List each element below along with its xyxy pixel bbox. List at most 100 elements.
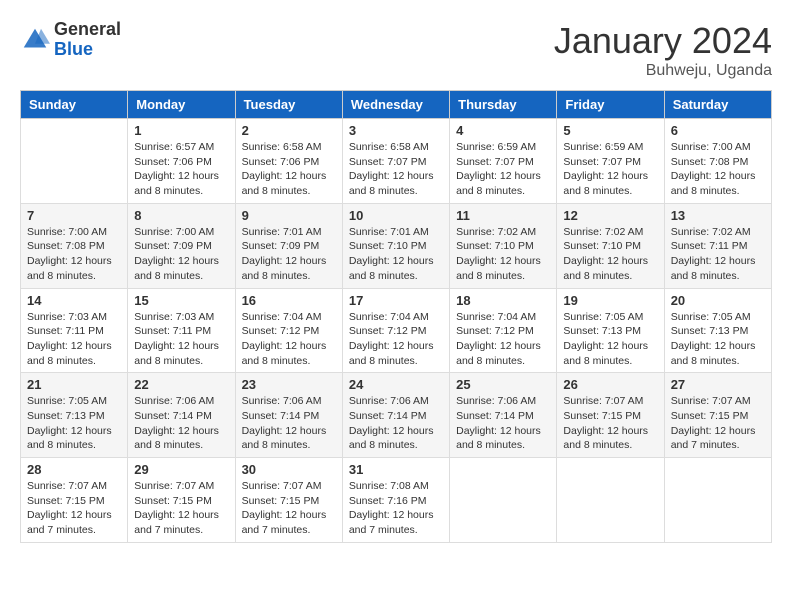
- sunrise: Sunrise: 7:04 AM: [242, 310, 336, 325]
- calendar-week-5: 28Sunrise: 7:07 AMSunset: 7:15 PMDayligh…: [21, 458, 772, 543]
- day-number: 24: [349, 377, 443, 392]
- sunrise: Sunrise: 7:05 AM: [27, 394, 121, 409]
- day-number: 31: [349, 462, 443, 477]
- sunrise: Sunrise: 7:07 AM: [134, 479, 228, 494]
- sunset: Sunset: 7:15 PM: [671, 409, 765, 424]
- daylight-minutes: and 7 minutes.: [27, 523, 121, 538]
- sunrise: Sunrise: 7:06 AM: [242, 394, 336, 409]
- calendar-cell: 8 Sunrise: 7:00 AMSunset: 7:09 PMDaylight…: [128, 203, 235, 288]
- calendar-cell: 31Sunrise: 7:08 AMSunset: 7:16 PMDayligh…: [342, 458, 449, 543]
- sunset: Sunset: 7:10 PM: [456, 239, 550, 254]
- sunset: Sunset: 7:07 PM: [563, 155, 657, 170]
- header: General Blue January 2024 Buhweju, Ugand…: [20, 20, 772, 80]
- daylight-hours: Daylight: 12 hours: [134, 169, 228, 184]
- daylight-minutes: and 8 minutes.: [563, 269, 657, 284]
- daylight-minutes: and 8 minutes.: [671, 354, 765, 369]
- daylight-hours: Daylight: 12 hours: [456, 424, 550, 439]
- sunset: Sunset: 7:14 PM: [242, 409, 336, 424]
- day-number: 23: [242, 377, 336, 392]
- cell-info: Sunrise: 7:07 AMSunset: 7:15 PMDaylight:…: [134, 479, 228, 538]
- calendar-cell: 26Sunrise: 7:07 AMSunset: 7:15 PMDayligh…: [557, 373, 664, 458]
- sunset: Sunset: 7:14 PM: [134, 409, 228, 424]
- sunset: Sunset: 7:15 PM: [27, 494, 121, 509]
- sunset: Sunset: 7:13 PM: [671, 324, 765, 339]
- sunset: Sunset: 7:06 PM: [134, 155, 228, 170]
- day-number: 28: [27, 462, 121, 477]
- calendar-cell: [21, 119, 128, 204]
- day-number: 8: [134, 208, 228, 223]
- day-number: 29: [134, 462, 228, 477]
- day-number: 9: [242, 208, 336, 223]
- page-container: General Blue January 2024 Buhweju, Ugand…: [20, 20, 772, 543]
- daylight-hours: Daylight: 12 hours: [242, 339, 336, 354]
- daylight-minutes: and 8 minutes.: [27, 269, 121, 284]
- calendar-cell: 20 Sunrise: 7:05 AMSunset: 7:13 PMDayligh…: [664, 288, 771, 373]
- cell-info: Sunrise: 7:07 AMSunset: 7:15 PMDaylight:…: [242, 479, 336, 538]
- sunset: Sunset: 7:07 PM: [349, 155, 443, 170]
- cell-info: Sunrise: 7:04 AMSunset: 7:12 PMDaylight:…: [349, 310, 443, 369]
- cell-info: Sunrise: 7:05 AMSunset: 7:13 PMDaylight:…: [671, 310, 765, 369]
- cell-info: Sunrise: 7:06 AMSunset: 7:14 PMDaylight:…: [349, 394, 443, 453]
- daylight-hours: Daylight: 12 hours: [134, 424, 228, 439]
- sunset: Sunset: 7:07 PM: [456, 155, 550, 170]
- daylight-minutes: and 8 minutes.: [349, 354, 443, 369]
- daylight-hours: Daylight: 12 hours: [134, 254, 228, 269]
- calendar-cell: 13Sunrise: 7:02 AMSunset: 7:11 PMDayligh…: [664, 203, 771, 288]
- main-title: January 2024: [554, 20, 772, 62]
- daylight-minutes: and 7 minutes.: [134, 523, 228, 538]
- day-number: 12: [563, 208, 657, 223]
- sunrise: Sunrise: 7:07 AM: [242, 479, 336, 494]
- sunrise: Sunrise: 7:07 AM: [27, 479, 121, 494]
- sunrise: Sunrise: 7:03 AM: [134, 310, 228, 325]
- daylight-hours: Daylight: 12 hours: [134, 508, 228, 523]
- calendar-cell: 30Sunrise: 7:07 AMSunset: 7:15 PMDayligh…: [235, 458, 342, 543]
- sunrise: Sunrise: 6:59 AM: [563, 140, 657, 155]
- day-number: 22: [134, 377, 228, 392]
- sunrise: Sunrise: 7:02 AM: [563, 225, 657, 240]
- daylight-hours: Daylight: 12 hours: [456, 169, 550, 184]
- cell-info: Sunrise: 7:00 AMSunset: 7:08 PMDaylight:…: [27, 225, 121, 284]
- sunrise: Sunrise: 7:07 AM: [671, 394, 765, 409]
- cell-info: Sunrise: 6:57 AMSunset: 7:06 PMDaylight:…: [134, 140, 228, 199]
- sunrise: Sunrise: 7:01 AM: [242, 225, 336, 240]
- calendar-cell: 27Sunrise: 7:07 AMSunset: 7:15 PMDayligh…: [664, 373, 771, 458]
- calendar-cell: 23Sunrise: 7:06 AMSunset: 7:14 PMDayligh…: [235, 373, 342, 458]
- sunset: Sunset: 7:13 PM: [27, 409, 121, 424]
- calendar-cell: 2Sunrise: 6:58 AMSunset: 7:06 PMDaylight…: [235, 119, 342, 204]
- calendar-cell: 19Sunrise: 7:05 AMSunset: 7:13 PMDayligh…: [557, 288, 664, 373]
- cell-info: Sunrise: 7:02 AMSunset: 7:11 PMDaylight:…: [671, 225, 765, 284]
- daylight-hours: Daylight: 12 hours: [563, 424, 657, 439]
- day-number: 5: [563, 123, 657, 138]
- daylight-hours: Daylight: 12 hours: [671, 424, 765, 439]
- day-number: 10: [349, 208, 443, 223]
- daylight-minutes: and 8 minutes.: [563, 438, 657, 453]
- daylight-minutes: and 8 minutes.: [242, 438, 336, 453]
- cell-info: Sunrise: 7:07 AMSunset: 7:15 PMDaylight:…: [563, 394, 657, 453]
- sunset: Sunset: 7:14 PM: [349, 409, 443, 424]
- sunrise: Sunrise: 7:00 AM: [134, 225, 228, 240]
- calendar-cell: 14Sunrise: 7:03 AMSunset: 7:11 PMDayligh…: [21, 288, 128, 373]
- day-number: 25: [456, 377, 550, 392]
- daylight-hours: Daylight: 12 hours: [349, 169, 443, 184]
- sunrise: Sunrise: 7:06 AM: [349, 394, 443, 409]
- day-number: 6: [671, 123, 765, 138]
- day-number: 20: [671, 293, 765, 308]
- daylight-minutes: and 8 minutes.: [349, 269, 443, 284]
- cell-info: Sunrise: 7:00 AMSunset: 7:09 PMDaylight:…: [134, 225, 228, 284]
- col-monday: Monday: [128, 91, 235, 119]
- sunrise: Sunrise: 6:57 AM: [134, 140, 228, 155]
- sunrise: Sunrise: 7:05 AM: [671, 310, 765, 325]
- daylight-hours: Daylight: 12 hours: [671, 169, 765, 184]
- daylight-hours: Daylight: 12 hours: [27, 424, 121, 439]
- daylight-hours: Daylight: 12 hours: [242, 169, 336, 184]
- daylight-hours: Daylight: 12 hours: [563, 339, 657, 354]
- sunset: Sunset: 7:14 PM: [456, 409, 550, 424]
- col-sunday: Sunday: [21, 91, 128, 119]
- calendar-cell: 28Sunrise: 7:07 AMSunset: 7:15 PMDayligh…: [21, 458, 128, 543]
- sunset: Sunset: 7:11 PM: [671, 239, 765, 254]
- calendar-cell: 16Sunrise: 7:04 AMSunset: 7:12 PMDayligh…: [235, 288, 342, 373]
- calendar-week-1: 1Sunrise: 6:57 AMSunset: 7:06 PMDaylight…: [21, 119, 772, 204]
- calendar-cell: 4Sunrise: 6:59 AMSunset: 7:07 PMDaylight…: [450, 119, 557, 204]
- sunset: Sunset: 7:09 PM: [242, 239, 336, 254]
- sunset: Sunset: 7:11 PM: [27, 324, 121, 339]
